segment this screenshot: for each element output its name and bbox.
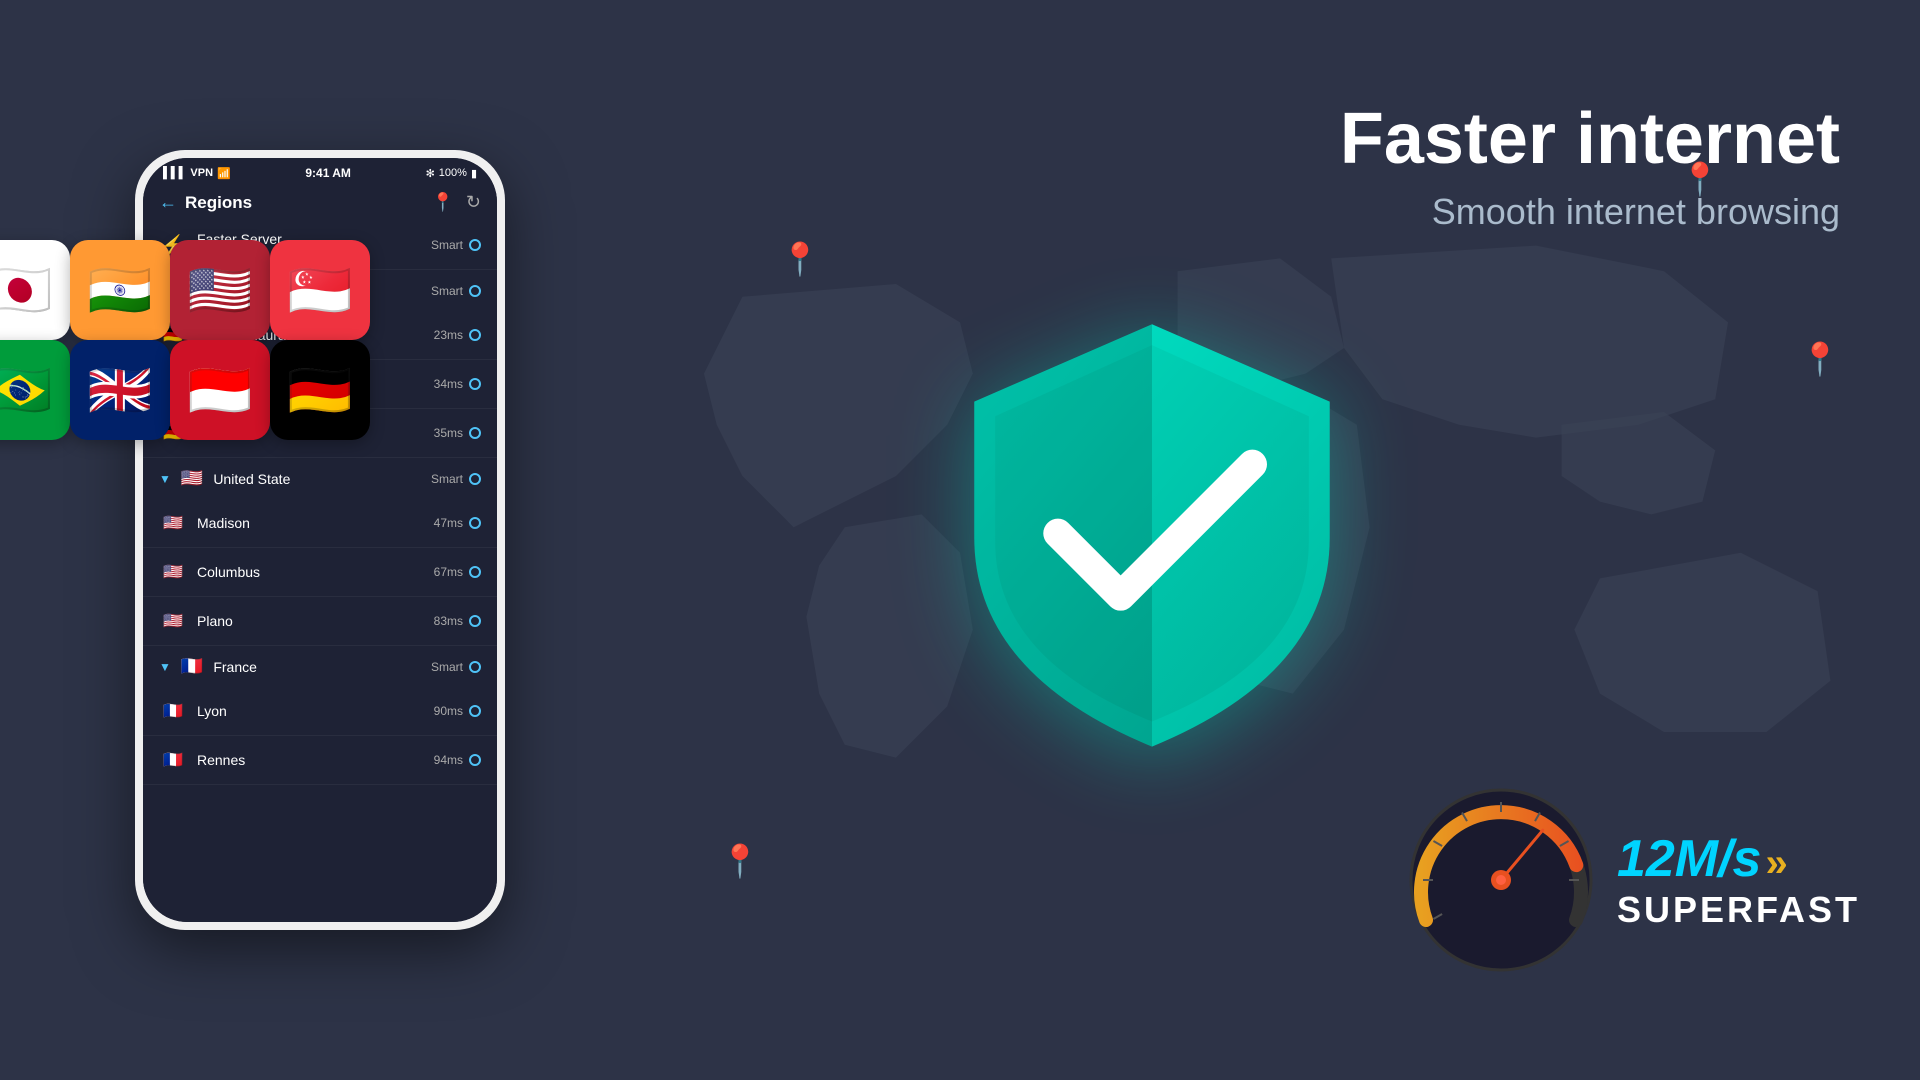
singapore-flag-card[interactable]: 🇸🇬 [270,240,370,340]
usa-dot [469,473,481,485]
location-pin-4: 📍 [720,842,760,880]
right-panel: 📍 📍 📍 📍 Faster internet Smooth internet … [640,0,1920,1080]
back-button[interactable]: ← [159,192,177,213]
speed-label: SUPERFAST [1617,889,1860,931]
usa-flag: 🇺🇸 [181,468,203,489]
faster-server-dot [469,239,481,251]
usa-name: United State [213,471,431,487]
france-chevron: ▼ [159,660,171,674]
bluetooth-icon: ✻ [426,167,435,180]
carrier-label: VPN [190,167,213,179]
hero-title: Faster internet [1340,100,1840,179]
shield-container [942,308,1362,773]
herzogenaurach-dot [469,329,481,341]
plano-flag: 🇺🇸 [163,611,183,631]
location-icon[interactable]: 📍 [431,192,453,213]
germany-badge: Smart [431,284,463,298]
germany-dot [469,285,481,297]
rennes-flag: 🇫🇷 [163,750,183,770]
japan-flag-card[interactable]: 🇯🇵 [0,240,70,340]
speed-container: 12M/s » SUPERFAST [1401,780,1860,980]
plano-dot [469,615,481,627]
app-header: ← Regions 📍 ↻ [143,184,497,221]
usa-badge: Smart [431,472,463,486]
columbus-dot [469,566,481,578]
left-panel: ▌▌▌ VPN 📶 9:41 AM ✻ 100% ▮ ← Regions [0,0,640,1080]
usa-section-header[interactable]: ▼ 🇺🇸 United State Smart [143,458,497,499]
speed-value: 12M/s [1617,829,1762,889]
france-flag: 🇫🇷 [181,656,203,677]
lyon-dot [469,705,481,717]
wifi-icon: 📶 [217,167,231,180]
bamberg-dot [469,378,481,390]
germany-flag-card[interactable]: 🇩🇪 [270,340,370,440]
signal-bars: ▌▌▌ [163,167,186,179]
usa-flag-card[interactable]: 🇺🇸 [170,240,270,340]
columbus-item[interactable]: 🇺🇸 Columbus 67ms [143,548,497,597]
battery-label: 100% [439,167,467,179]
location-pin-3: 📍 [1800,340,1840,378]
kassel-dot [469,427,481,439]
location-pin-1: 📍 [780,240,820,278]
indonesia-flag-card[interactable]: 🇮🇩 [170,340,270,440]
france-dot [469,661,481,673]
uk-flag-card[interactable]: 🇬🇧 [70,340,170,440]
battery-icon: ▮ [471,167,477,180]
faster-server-badge: Smart [431,238,463,252]
rennes-dot [469,754,481,766]
hero-text: Faster internet Smooth internet browsing [1340,100,1840,233]
lyon-flag: 🇫🇷 [163,701,183,721]
screen-title: Regions [185,193,252,213]
refresh-icon[interactable]: ↻ [466,192,481,213]
brazil-flag-card[interactable]: 🇧🇷 [0,340,70,440]
rennes-item[interactable]: 🇫🇷 Rennes 94ms [143,736,497,785]
speed-arrows: » [1765,841,1787,886]
france-section-header[interactable]: ▼ 🇫🇷 France Smart [143,646,497,687]
flags-overlay: 🇯🇵 🇮🇳 🇺🇸 🇸🇬 🇧🇷 🇬🇧 🇮🇩 🇩🇪 [0,240,370,440]
madison-flag: 🇺🇸 [163,513,183,533]
columbus-flag: 🇺🇸 [163,562,183,582]
france-name: France [213,659,431,675]
madison-dot [469,517,481,529]
india-flag-card[interactable]: 🇮🇳 [70,240,170,340]
plano-item[interactable]: 🇺🇸 Plano 83ms [143,597,497,646]
lyon-item[interactable]: 🇫🇷 Lyon 90ms [143,687,497,736]
france-badge: Smart [431,660,463,674]
status-bar: ▌▌▌ VPN 📶 9:41 AM ✻ 100% ▮ [143,158,497,184]
hero-subtitle: Smooth internet browsing [1340,191,1840,233]
madison-item[interactable]: 🇺🇸 Madison 47ms [143,499,497,548]
speed-info: 12M/s » SUPERFAST [1617,829,1860,931]
status-time: 9:41 AM [305,166,351,180]
usa-chevron: ▼ [159,472,171,486]
